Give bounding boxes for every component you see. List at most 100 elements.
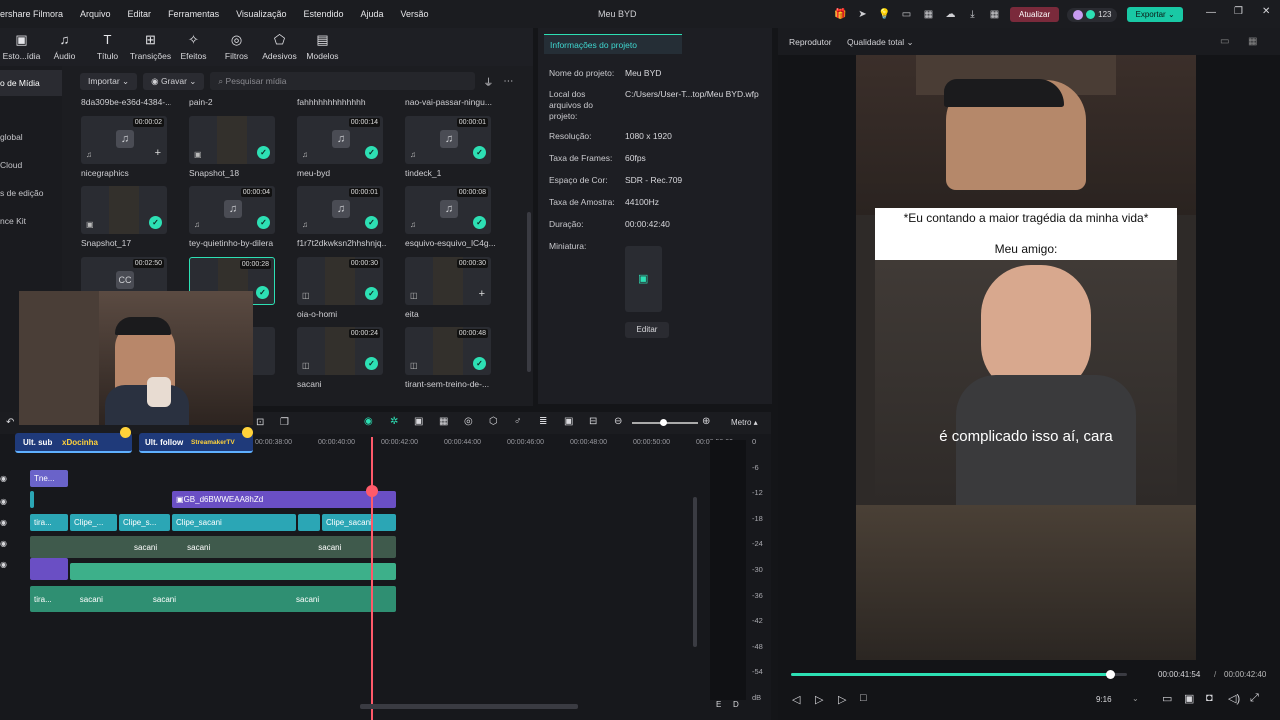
title-clip[interactable]: Clipe_sacani <box>172 514 296 531</box>
edit-thumbnail-button[interactable]: Editar <box>625 322 669 338</box>
media-tile[interactable]: 00:00:48 ◫ ✓ <box>405 327 491 375</box>
track-visibility-icon[interactable]: ◉ <box>0 497 7 506</box>
import-button[interactable]: Importar ⌄ <box>80 72 138 90</box>
export-button[interactable]: Exportar ⌄ <box>1127 7 1183 22</box>
media-tile[interactable]: ♫ 00:00:14 ♫ ✓ <box>297 116 383 164</box>
download-icon[interactable]: ⤓ <box>966 8 979 21</box>
crop-icon[interactable]: ⊡ <box>256 417 264 428</box>
track-visibility-icon[interactable]: ◉ <box>0 518 7 527</box>
tool-audio[interactable]: ♫ Áudio <box>43 28 86 66</box>
timeline-hscroll[interactable] <box>360 704 578 709</box>
image-view-icon[interactable]: ▭ <box>1220 36 1229 47</box>
meter-toggle[interactable]: Metro ▴ <box>731 418 758 427</box>
copy-icon[interactable]: ❐ <box>280 417 289 428</box>
tool-media[interactable]: ▣ Esto...ídia <box>0 28 43 66</box>
track-visibility-icon[interactable]: ◉ <box>0 539 7 548</box>
media-tile[interactable]: ♫ 00:00:01 ♫ ✓ <box>405 116 491 164</box>
menu-ferramentas[interactable]: Ferramentas <box>168 9 219 19</box>
tool-transitions[interactable]: ⊞ Transições <box>129 28 172 66</box>
stop-icon[interactable]: □ <box>860 692 867 704</box>
audio-clip[interactable] <box>70 563 396 580</box>
render-icon[interactable]: ▣ <box>414 416 423 427</box>
zoom-in-icon[interactable]: ⊕ <box>702 416 710 427</box>
filter-icon[interactable]: ⏚ <box>483 74 493 89</box>
add-icon[interactable]: + <box>155 147 161 159</box>
search-input[interactable]: ⌕ Pesquisar mídia <box>210 72 476 90</box>
cloud-icon[interactable]: ☁ <box>944 8 957 21</box>
title-clip[interactable]: T ne... <box>30 470 68 487</box>
upgrade-button[interactable]: Atualizar <box>1010 7 1060 22</box>
media-tile[interactable]: ♫ 00:00:02 ♫ + <box>81 116 167 164</box>
quality-dropdown[interactable]: Qualidade total ⌄ <box>847 37 914 48</box>
video-preview[interactable]: *Eu contando a maior tragédia da minha v… <box>856 55 1196 660</box>
display-icon[interactable]: ▣ <box>1184 692 1194 705</box>
video-track-clip[interactable]: sacani sacani sacani <box>30 536 396 558</box>
tool-stickers[interactable]: ⬠ Adesivos <box>258 28 301 66</box>
audio-track-clip[interactable]: tira... sacani sacani sacani <box>30 586 396 612</box>
close-icon[interactable]: ✕ <box>1262 6 1270 17</box>
monitor-icon[interactable]: ▭ <box>900 8 913 21</box>
thumbnail[interactable]: ▣ <box>625 246 662 312</box>
sidebar-item-global[interactable]: global <box>0 124 62 150</box>
restore-icon[interactable]: ❐ <box>1234 6 1243 17</box>
menu-editar[interactable]: Editar <box>128 9 152 19</box>
menu-estendido[interactable]: Estendido <box>303 9 343 19</box>
grid-view-icon[interactable]: ▦ <box>1248 36 1257 47</box>
zoom-slider[interactable] <box>632 419 698 426</box>
tool-effects[interactable]: ✧ Efeitos <box>172 28 215 66</box>
sidebar-item-editing[interactable]: s de edição <box>0 180 62 206</box>
undo-icon[interactable]: ↶ <box>6 417 14 428</box>
media-tile[interactable]: 00:00:30 ◫ ✓ <box>297 257 383 305</box>
tool-filters[interactable]: ◎ Filtros <box>215 28 258 66</box>
prev-frame-icon[interactable]: ◁ <box>792 693 800 706</box>
media-tile[interactable]: ♫ 00:00:01 ♫ ✓ <box>297 186 383 234</box>
title-clip[interactable]: Clipe_... <box>70 514 117 531</box>
menu-arquivo[interactable]: Arquivo <box>80 9 111 19</box>
playhead-scissor-icon[interactable] <box>366 485 378 497</box>
tool-templates[interactable]: ▤ Modelos <box>301 28 344 66</box>
menu-versao[interactable]: Versão <box>401 9 429 19</box>
title-clip[interactable]: tira... <box>30 514 68 531</box>
gift-icon[interactable]: 🎁 <box>834 8 847 21</box>
link-icon[interactable]: ✲ <box>390 416 398 427</box>
menu-ajuda[interactable]: Ajuda <box>361 9 384 19</box>
media-tile[interactable]: 00:00:30 ◫ + <box>405 257 491 305</box>
track-visibility-icon[interactable]: ◉ <box>0 474 7 483</box>
more-icon[interactable]: ⋯ <box>503 76 513 87</box>
add-icon[interactable]: + <box>479 288 485 300</box>
record-button[interactable]: ◉ Gravar ⌄ <box>143 72 205 90</box>
grid-icon[interactable]: ▦ <box>988 8 1001 21</box>
mic-icon[interactable]: ♂ <box>514 416 522 427</box>
split-icon[interactable]: ⊟ <box>589 416 597 427</box>
send-icon[interactable]: ➤ <box>856 8 869 21</box>
title-clip[interactable]: Clipe_sacani <box>322 514 396 531</box>
track-visibility-icon[interactable]: ◉ <box>0 560 7 569</box>
step-icon[interactable]: ▷ <box>815 693 823 706</box>
media-tile[interactable]: ▣ ✓ <box>189 116 275 164</box>
media-tile[interactable]: ♫ 00:00:04 ♫ ✓ <box>189 186 275 234</box>
tab-project-info[interactable]: Informações do projeto <box>544 34 682 54</box>
image-clip[interactable]: ▣ GB_d6BWWEAA8hZd <box>172 491 396 508</box>
tool-title[interactable]: T Título <box>86 28 129 66</box>
video-clip-edge[interactable] <box>30 491 34 508</box>
sidebar-item-kit[interactable]: nce Kit <box>0 208 62 234</box>
image-icon[interactable]: ▦ <box>922 8 935 21</box>
marker-icon[interactable]: ⬡ <box>489 416 498 427</box>
sidebar-item-project-media[interactable]: o de Mídia <box>0 70 62 96</box>
title-clip[interactable] <box>298 514 320 531</box>
play-icon[interactable]: ▷ <box>838 693 846 706</box>
media-tile[interactable]: ▣ ✓ <box>81 186 167 234</box>
ai-icon[interactable]: ▦ <box>439 416 448 427</box>
camera-icon[interactable]: ◘ <box>1206 692 1213 704</box>
lightbulb-icon[interactable]: 💡 <box>878 8 891 21</box>
list-icon[interactable]: ≣ <box>539 416 547 427</box>
media-tile[interactable]: 00:00:24 ◫ ✓ <box>297 327 383 375</box>
video-clip[interactable] <box>30 558 68 580</box>
volume-icon[interactable]: ◁) <box>1228 692 1240 705</box>
minimize-icon[interactable]: — <box>1206 7 1216 18</box>
media-scrollbar[interactable] <box>527 212 531 372</box>
sidebar-item-cloud[interactable]: Cloud <box>0 152 62 178</box>
media-tile[interactable]: ♫ 00:00:08 ♫ ✓ <box>405 186 491 234</box>
monitor-icon[interactable]: ▭ <box>1162 692 1172 705</box>
speed-icon[interactable]: ◎ <box>464 416 473 427</box>
